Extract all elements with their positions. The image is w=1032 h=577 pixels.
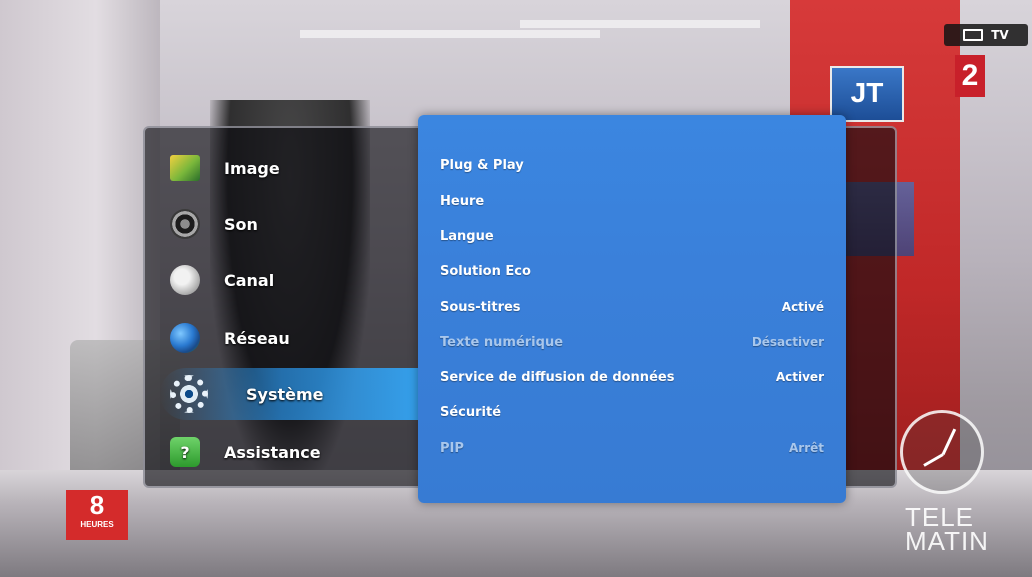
- menu-item-label: Canal: [224, 270, 275, 290]
- submenu-item-texte-numerique: Texte numérique Désactiver: [440, 330, 824, 354]
- menu-item-canal[interactable]: Canal: [160, 254, 430, 306]
- menu-item-label: Son: [224, 214, 258, 234]
- show-logo-label: HEURES: [80, 520, 114, 529]
- menu-item-label: Image: [224, 158, 280, 178]
- submenu-item-value: Désactiver: [751, 335, 824, 349]
- source-label: TV: [991, 28, 1009, 42]
- clock-icon: [900, 410, 984, 494]
- submenu-item-label: Sécurité: [440, 404, 502, 420]
- submenu-item-label: Solution Eco: [440, 263, 531, 279]
- submenu-item-label: Langue: [440, 228, 494, 244]
- system-submenu: Plug & Play Heure Langue Solution Eco So…: [418, 115, 846, 503]
- menu-item-label: Système: [246, 384, 324, 404]
- submenu-item-label: Texte numérique: [440, 334, 564, 350]
- tv-icon: [963, 29, 984, 41]
- globe-icon: [170, 323, 200, 353]
- menu-item-image[interactable]: Image: [160, 142, 430, 194]
- submenu-item-solution-eco[interactable]: Solution Eco: [440, 259, 824, 283]
- image-icon: [170, 155, 200, 181]
- submenu-item-langue[interactable]: Langue: [440, 224, 824, 248]
- satellite-dish-icon: [170, 265, 200, 295]
- source-indicator: TV: [944, 24, 1028, 46]
- submenu-item-heure[interactable]: Heure: [440, 189, 824, 213]
- jt-logo: JT: [830, 66, 904, 122]
- submenu-item-pip: PIP Arrêt: [440, 436, 824, 460]
- submenu-item-label: Sous-titres: [440, 299, 521, 315]
- submenu-item-value: Activer: [775, 370, 824, 384]
- studio-light-panel: [520, 20, 760, 28]
- submenu-item-label: Plug & Play: [440, 157, 524, 173]
- program-logo: TELE MATIN: [905, 504, 1025, 556]
- submenu-item-sous-titres[interactable]: Sous-titres Activé: [440, 295, 824, 319]
- speaker-icon: [170, 209, 200, 239]
- menu-item-assistance[interactable]: ? Assistance: [160, 426, 430, 478]
- submenu-item-label: Service de diffusion de données: [440, 369, 675, 385]
- submenu-item-label: Heure: [440, 193, 485, 209]
- gear-icon: [170, 375, 208, 413]
- clock-hand: [941, 428, 957, 456]
- submenu-item-value: Activé: [781, 300, 824, 314]
- help-icon: ?: [170, 437, 200, 467]
- menu-item-label: Assistance: [224, 442, 321, 462]
- clock-hand: [923, 453, 944, 467]
- show-logo-number: 8: [89, 490, 105, 520]
- submenu-item-label: PIP: [440, 440, 464, 456]
- menu-item-label: Réseau: [224, 328, 290, 348]
- menu-item-reseau[interactable]: Réseau: [160, 312, 430, 364]
- menu-item-systeme[interactable]: Système: [160, 368, 430, 420]
- submenu-item-securite[interactable]: Sécurité: [440, 400, 824, 424]
- program-logo-line2: MATIN: [905, 526, 989, 556]
- studio-light-panel: [300, 30, 600, 38]
- menu-item-son[interactable]: Son: [160, 198, 430, 250]
- submenu-item-value: Arrêt: [789, 441, 824, 455]
- show-logo: 8 HEURES: [66, 490, 128, 540]
- submenu-item-plug-and-play[interactable]: Plug & Play: [440, 153, 824, 177]
- submenu-item-service-diffusion[interactable]: Service de diffusion de données Activer: [440, 365, 824, 389]
- channel-logo: 2: [955, 55, 985, 97]
